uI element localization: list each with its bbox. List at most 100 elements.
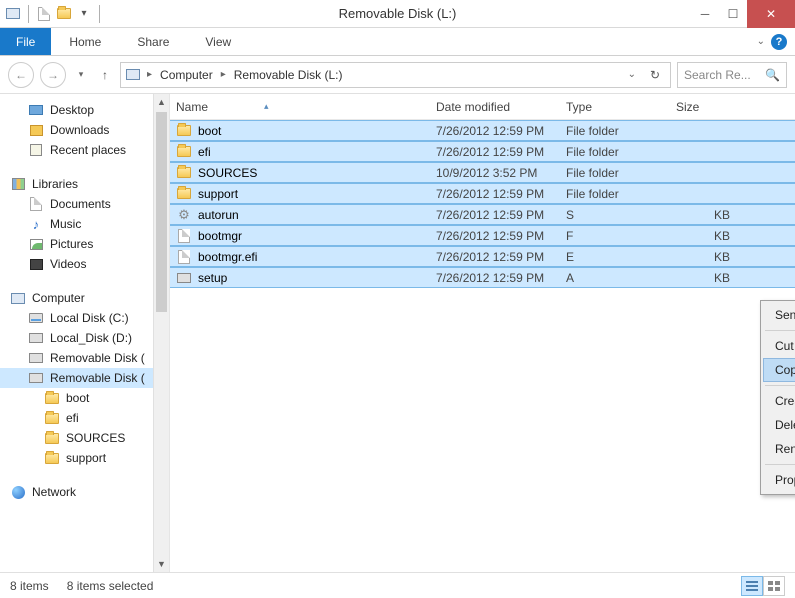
view-thumbnails-button[interactable] <box>763 576 785 596</box>
tree-item-label: efi <box>66 411 79 425</box>
qat-new-folder-icon[interactable] <box>35 5 53 23</box>
help-icon[interactable]: ? <box>771 34 787 50</box>
tree-item[interactable]: efi <box>0 408 154 428</box>
file-tab[interactable]: File <box>0 28 51 55</box>
address-bar[interactable]: ▸ Computer ▸ Removable Disk (L:) ⌄ ↻ <box>120 62 671 88</box>
file-row[interactable]: ⚙autorun7/26/2012 12:59 PMSKB <box>170 204 795 225</box>
address-dropdown-icon[interactable]: ⌄ <box>624 69 640 80</box>
tree-item-label: Downloads <box>50 123 109 137</box>
file-icon <box>176 249 192 265</box>
file-row[interactable]: setup7/26/2012 12:59 PMAKB <box>170 267 795 288</box>
file-size: KB <box>676 208 736 222</box>
qat-dropdown-icon[interactable]: ▾ <box>75 5 93 23</box>
folder-icon <box>44 450 60 466</box>
tree-item[interactable]: Local_Disk (D:) <box>0 328 154 348</box>
tree-item[interactable]: Pictures <box>0 234 154 254</box>
file-type: F <box>566 229 676 243</box>
column-size[interactable]: Size <box>676 100 795 114</box>
file-name: autorun <box>198 208 239 222</box>
search-input[interactable]: Search Re... 🔍 <box>677 62 787 88</box>
forward-button[interactable]: → <box>40 62 66 88</box>
ctx-properties[interactable]: Properties <box>763 468 795 492</box>
file-row[interactable]: support7/26/2012 12:59 PMFile folder <box>170 183 795 204</box>
file-type: E <box>566 250 676 264</box>
column-name[interactable]: Name ▴ <box>176 100 436 114</box>
ctx-separator <box>765 464 795 465</box>
ctx-separator <box>765 330 795 331</box>
qat-folder-icon[interactable] <box>55 5 73 23</box>
tree-item-label: Libraries <box>32 177 78 191</box>
file-row[interactable]: bootmgr7/26/2012 12:59 PMFKB <box>170 225 795 246</box>
ctx-cut[interactable]: Cut <box>763 334 795 358</box>
minimize-button[interactable]: ─ <box>691 0 719 28</box>
tab-home[interactable]: Home <box>51 28 119 55</box>
scroll-up-icon[interactable]: ▲ <box>154 94 169 110</box>
file-row[interactable]: bootmgr.efi7/26/2012 12:59 PMEKB <box>170 246 795 267</box>
file-date: 7/26/2012 12:59 PM <box>436 208 566 222</box>
file-name: support <box>198 187 238 201</box>
scroll-thumb[interactable] <box>156 112 167 312</box>
desktop-icon <box>28 102 44 118</box>
tree-item-label: Pictures <box>50 237 93 251</box>
up-button[interactable]: ↑ <box>96 62 114 88</box>
folder-icon <box>176 186 192 202</box>
file-date: 10/9/2012 3:52 PM <box>436 166 566 180</box>
ctx-rename[interactable]: Rename <box>763 437 795 461</box>
file-row[interactable]: boot7/26/2012 12:59 PMFile folder <box>170 120 795 141</box>
folder-icon <box>44 430 60 446</box>
search-icon: 🔍 <box>765 68 780 82</box>
tree-scrollbar[interactable]: ▲ ▼ <box>153 94 169 572</box>
view-details-button[interactable] <box>741 576 763 596</box>
tree-item[interactable]: Recent places <box>0 140 154 160</box>
tree-item[interactable]: Network <box>0 482 154 502</box>
column-date[interactable]: Date modified <box>436 100 566 114</box>
tree-item[interactable]: Desktop <box>0 100 154 120</box>
file-row[interactable]: efi7/26/2012 12:59 PMFile folder <box>170 141 795 162</box>
tree-item[interactable]: Removable Disk ( <box>0 348 154 368</box>
tree-item[interactable]: Removable Disk ( <box>0 368 154 388</box>
tree-item[interactable]: Documents <box>0 194 154 214</box>
maximize-button[interactable]: ☐ <box>719 0 747 28</box>
tree-item[interactable]: Local Disk (C:) <box>0 308 154 328</box>
scroll-down-icon[interactable]: ▼ <box>154 556 169 572</box>
file-date: 7/26/2012 12:59 PM <box>436 145 566 159</box>
refresh-button[interactable]: ↻ <box>644 68 666 82</box>
ctx-copy[interactable]: Copy <box>763 358 795 382</box>
ribbon: File Home Share View ⌄ ? <box>0 28 795 56</box>
column-type[interactable]: Type <box>566 100 676 114</box>
history-dropdown[interactable]: ▾ <box>72 62 90 88</box>
ribbon-expand-icon[interactable]: ⌄ <box>757 36 765 47</box>
breadcrumb-computer[interactable]: Computer <box>158 68 215 82</box>
breadcrumb-current[interactable]: Removable Disk (L:) <box>232 68 345 82</box>
tab-view[interactable]: View <box>187 28 249 55</box>
close-button[interactable]: ✕ <box>747 0 795 28</box>
music-icon: ♪ <box>28 216 44 232</box>
ctx-create-shortcut[interactable]: Create shortcut <box>763 389 795 413</box>
chevron-right-icon[interactable]: ▸ <box>219 69 228 80</box>
tree-item-label: SOURCES <box>66 431 125 445</box>
tree-item[interactable]: Libraries <box>0 174 154 194</box>
tree-item[interactable]: Computer <box>0 288 154 308</box>
file-date: 7/26/2012 12:59 PM <box>436 187 566 201</box>
back-button[interactable]: ← <box>8 62 34 88</box>
navigation-tree[interactable]: Desktop Downloads Recent places Libraries Do… <box>0 94 170 572</box>
tree-item-label: Music <box>50 217 81 231</box>
file-date: 7/26/2012 12:59 PM <box>436 271 566 285</box>
tree-item[interactable]: ♪ Music <box>0 214 154 234</box>
file-row[interactable]: SOURCES10/9/2012 3:52 PMFile folder <box>170 162 795 183</box>
file-icon <box>176 228 192 244</box>
chevron-right-icon[interactable]: ▸ <box>145 69 154 80</box>
tree-item[interactable]: Downloads <box>0 120 154 140</box>
tab-share[interactable]: Share <box>119 28 187 55</box>
drv-icon <box>28 370 44 386</box>
tree-item[interactable]: boot <box>0 388 154 408</box>
window-title: Removable Disk (L:) <box>104 6 691 21</box>
tree-item[interactable]: SOURCES <box>0 428 154 448</box>
ctx-delete[interactable]: Delete <box>763 413 795 437</box>
app-icon <box>4 5 22 23</box>
tree-item[interactable]: support <box>0 448 154 468</box>
ctx-send-to[interactable]: Send to ▶ <box>763 303 795 327</box>
vid-icon <box>28 256 44 272</box>
tree-item-label: Computer <box>32 291 85 305</box>
tree-item[interactable]: Videos <box>0 254 154 274</box>
